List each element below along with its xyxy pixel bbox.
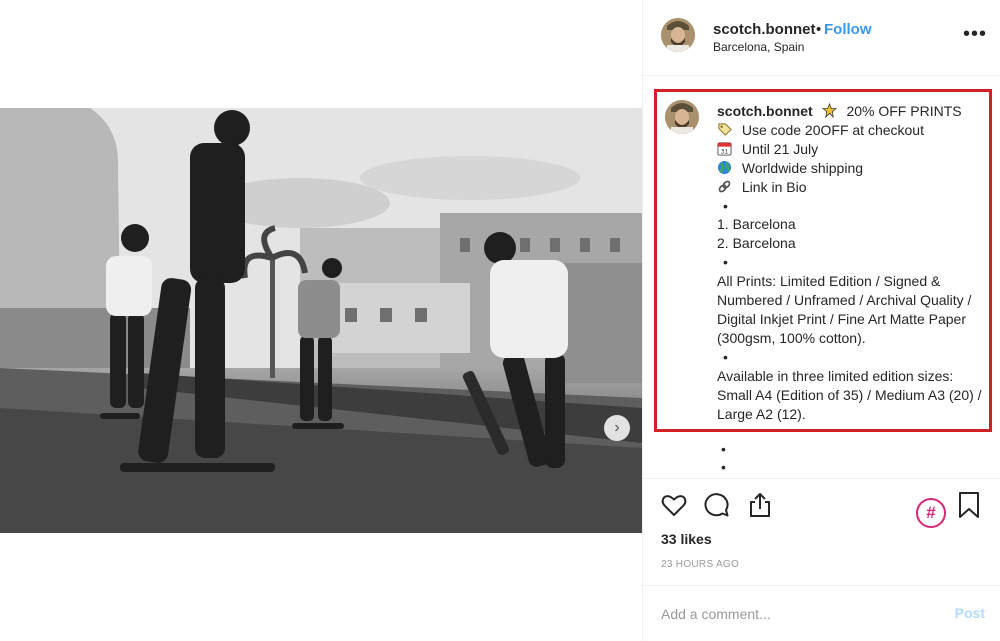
caption-line: 31 Until 21 July [717, 140, 987, 159]
follow-button[interactable]: Follow [824, 21, 872, 38]
caption-username[interactable]: scotch.bonnet [717, 103, 813, 119]
media-pane: › [0, 0, 642, 641]
caption-line: Worldwide shipping [717, 159, 987, 178]
post-header: scotch.bonnet • Follow Barcelona, Spain … [643, 0, 1000, 76]
more-options-icon[interactable]: ••• [963, 24, 987, 44]
caption-text: scotch.bonnet 20% OFF PRINTS Use code 20… [717, 102, 987, 423]
likes-count[interactable]: 33 likes [661, 531, 712, 547]
photo-illustration [0, 108, 642, 533]
caption-list-item-1: 1. Barcelona [717, 216, 796, 233]
post-comment-button[interactable]: Post [955, 605, 985, 621]
caption-line: scotch.bonnet 20% OFF PRINTS [717, 102, 987, 121]
bookmark-icon[interactable] [955, 491, 983, 519]
post-photo[interactable]: › [0, 108, 642, 533]
caption-avatar[interactable] [665, 100, 699, 134]
comment-bar: Post [643, 585, 1000, 641]
caption-until: Until 21 July [741, 140, 819, 157]
caption-trailing-dots: • • [721, 440, 726, 476]
sparkle-pin-icon [821, 103, 837, 118]
caption-dot: • [721, 441, 726, 457]
caption-dot: • [723, 197, 728, 214]
chevron-right-icon: › [614, 419, 620, 436]
next-image-button[interactable]: › [604, 415, 630, 441]
comment-input[interactable] [661, 603, 921, 625]
avatar[interactable] [661, 18, 695, 52]
svg-text:31: 31 [721, 148, 729, 155]
comment-icon[interactable] [703, 491, 731, 519]
caption-link: Link in Bio [741, 178, 807, 195]
caption-line: Use code 20OFF at checkout [717, 121, 987, 140]
caption-list-item-2: 2. Barcelona [717, 235, 796, 252]
caption-headline: 20% OFF PRINTS [846, 103, 962, 119]
link-icon [718, 180, 731, 193]
header-separator: • [816, 21, 822, 38]
heart-icon[interactable] [660, 491, 688, 519]
caption-dot: • [723, 348, 728, 365]
caption-prints: All Prints: Limited Edition / Signed & N… [717, 273, 972, 346]
location-link[interactable]: Barcelona, Spain [713, 40, 804, 54]
post-timestamp: 23 HOURS AGO [661, 559, 740, 570]
caption-line: Link in Bio [717, 178, 987, 197]
post-side-pane: scotch.bonnet • Follow Barcelona, Spain … [642, 0, 1000, 641]
caption-shipping: Worldwide shipping [741, 159, 864, 176]
label-tag-icon [718, 123, 732, 136]
share-icon[interactable] [746, 491, 774, 519]
caption-code: Use code 20OFF at checkout [741, 121, 924, 138]
caption-highlight: scotch.bonnet 20% OFF PRINTS Use code 20… [654, 89, 992, 432]
caption-dot: • [721, 459, 726, 475]
user-avatar-icon [661, 18, 695, 52]
action-bar: # [643, 478, 1000, 534]
caption-dot: • [723, 254, 728, 271]
header-username[interactable]: scotch.bonnet [713, 21, 816, 38]
calendar-icon: 31 [717, 142, 732, 155]
caption-sizes: Available in three limited edition sizes… [717, 367, 982, 422]
user-avatar-icon [665, 100, 699, 134]
globe-icon [717, 160, 732, 174]
hashtag-icon[interactable]: # [916, 498, 946, 528]
